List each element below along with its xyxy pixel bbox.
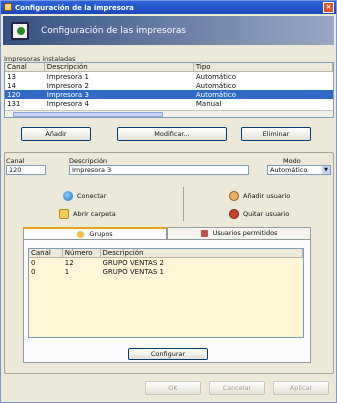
groups-icon [77, 230, 85, 238]
remove-user-label: Quitar usuario [243, 210, 290, 218]
column-header-channel[interactable]: Canal [5, 63, 45, 72]
cell-channel: 0 [31, 267, 36, 276]
groups-table[interactable]: Canal Número Descripción 0 12 GRUPO VENT… [28, 248, 304, 338]
table-row[interactable]: 0 12 GRUPO VENTAS 2 [29, 258, 303, 267]
groups-table-header: Canal Número Descripción [29, 249, 303, 258]
cell-channel: 131 [7, 99, 21, 108]
configure-button[interactable]: Configurar [128, 348, 208, 360]
connect-link[interactable]: Conectar [63, 191, 106, 201]
cell-channel: 0 [31, 258, 36, 267]
column-header-description[interactable]: Descripción [101, 249, 303, 258]
cell-channel: 14 [7, 81, 16, 90]
close-button[interactable]: × [323, 2, 334, 13]
column-header-type[interactable]: Tipo [194, 63, 333, 72]
description-field[interactable]: Impresora 3 [69, 165, 249, 175]
cell-number: 1 [64, 267, 70, 276]
table-row[interactable]: 14 Impresora 2 Automático [5, 81, 333, 90]
tab-allowed-users[interactable]: Usuarios permitidos [167, 227, 311, 239]
printer-icon [11, 22, 29, 40]
tab-groups[interactable]: Grupos [23, 227, 167, 239]
cell-type: Automático [195, 90, 237, 99]
apply-button[interactable]: Aplicar [273, 381, 329, 395]
globe-icon [63, 191, 73, 201]
column-header-number[interactable]: Número [63, 249, 101, 258]
open-folder-label: Abrir carpeta [73, 210, 116, 218]
modify-printer-button[interactable]: Modificar... [117, 127, 227, 141]
column-header-channel[interactable]: Canal [29, 249, 63, 258]
ok-button[interactable]: OK [145, 381, 201, 395]
groups-tab-panel: Canal Número Descripción 0 12 GRUPO VENT… [23, 239, 311, 363]
scrollbar-thumb[interactable] [13, 112, 163, 117]
table-row[interactable]: 0 1 GRUPO VENTAS 1 [29, 267, 303, 276]
add-user-link[interactable]: Añadir usuario [229, 191, 290, 201]
cell-type: Automático [195, 81, 237, 90]
cell-description: Impresora 4 [46, 99, 89, 108]
add-user-label: Añadir usuario [243, 192, 291, 200]
mode-select-value: Automático [270, 166, 308, 174]
config-window: Configuración de la impresora × Configur… [0, 0, 337, 403]
column-header-description[interactable]: Descripción [45, 63, 194, 72]
app-icon [4, 3, 12, 11]
cell-type: Automático [195, 72, 237, 81]
tab-groups-label: Grupos [89, 230, 113, 238]
cell-channel: 120 [7, 90, 21, 99]
cell-description: GRUPO VENTAS 2 [102, 258, 164, 267]
cell-number: 12 [64, 258, 74, 267]
title-bar[interactable]: Configuración de la impresora × [1, 1, 336, 14]
cell-description: GRUPO VENTAS 1 [102, 267, 164, 276]
add-user-icon [229, 191, 239, 201]
cell-description: Impresora 3 [46, 90, 89, 99]
horizontal-scrollbar[interactable] [5, 110, 333, 117]
channel-field[interactable]: 120 [6, 165, 46, 175]
folder-icon [59, 209, 69, 219]
wizard-header: Configuración de las impresoras [3, 16, 334, 45]
add-printer-button[interactable]: Añadir [21, 127, 91, 141]
delete-printer-button[interactable]: Eliminar [241, 127, 311, 141]
mode-label: Modo [283, 157, 301, 165]
users-icon [200, 229, 208, 237]
table-row-selected[interactable]: 120 Impresora 3 Automático [5, 90, 333, 99]
mode-select[interactable]: Automático ▼ [267, 165, 331, 175]
table-row[interactable]: 13 Impresora 1 Automático [5, 72, 333, 81]
printers-table-header: Canal Descripción Tipo [5, 63, 333, 72]
header-title: Configuración de las impresoras [41, 25, 187, 36]
channel-label: Canal [6, 157, 25, 165]
cancel-button[interactable]: Cancelar [209, 381, 265, 395]
remove-user-link[interactable]: Quitar usuario [229, 209, 289, 219]
cell-channel: 13 [7, 72, 16, 81]
open-folder-link[interactable]: Abrir carpeta [59, 209, 116, 219]
description-label: Descripción [69, 157, 108, 165]
chevron-down-icon[interactable]: ▼ [322, 166, 330, 174]
divider [183, 187, 184, 221]
tab-strip: Grupos Usuarios permitidos [23, 227, 311, 239]
cell-description: Impresora 1 [46, 72, 89, 81]
cell-type: Manual [195, 99, 222, 108]
tab-allowed-users-label: Usuarios permitidos [212, 229, 278, 237]
table-row[interactable]: 131 Impresora 4 Manual [5, 99, 333, 108]
window-title: Configuración de la impresora [15, 3, 134, 12]
connect-label: Conectar [77, 192, 107, 200]
cell-description: Impresora 2 [46, 81, 89, 90]
remove-user-icon [229, 209, 239, 219]
printers-table[interactable]: Canal Descripción Tipo 13 Impresora 1 Au… [4, 62, 334, 118]
